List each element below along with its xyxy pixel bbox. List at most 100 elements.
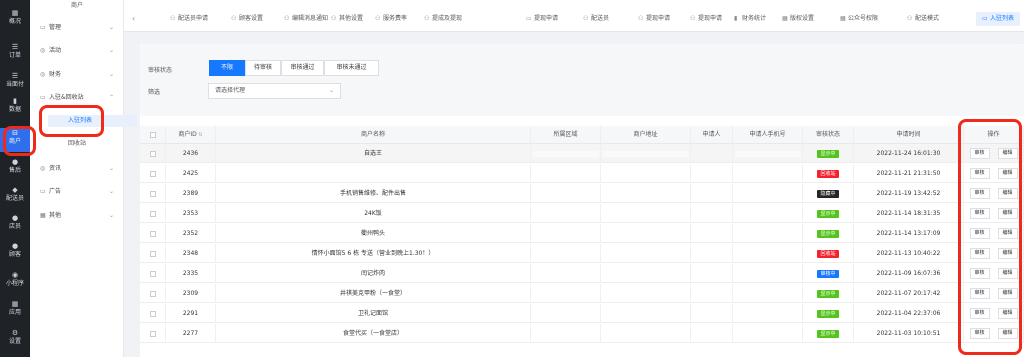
menu-subitem-enter-list[interactable]: 入驻列表 [48,115,137,127]
icon-rail: ▦ 概况 ☰ 订单 ☰ 当面付 ▮ 数据 ⊟ 商户 ● 售后 ◆ 配送员 ● 店员 ● 顾客 ◉ 小程序 ▦ 应用 ⚙ 设置 [0,0,30,357]
tab-2[interactable]: ⚇ 顾客设置 [231,12,263,26]
edit-button[interactable]: 编辑 [997,288,1018,299]
review-button[interactable]: 审核 [969,228,990,239]
edit-button[interactable]: 编辑 [997,228,1018,239]
table-row[interactable]: 2352 衢州鸭头 显示中 2022-11-14 13:17:09 审核 编辑 [140,224,1024,243]
table-row[interactable]: 2335 闰记炸肉 审核中 2022-11-09 16:07:36 审核 编辑 [140,264,1024,283]
row-checkbox-cell[interactable] [140,264,166,283]
row-checkbox-cell[interactable] [140,284,166,303]
table-row[interactable]: 2353 24K饭 显示中 2022-11-14 18:31:35 审核 编辑 [140,204,1024,223]
menu-group-news[interactable]: ◎ 资讯 ⌄ [40,163,120,175]
table-row[interactable]: 2348 情怀小面馆5 6 栋 专送（营业到晚上1.30！） 回收站 2022-11-… [140,244,1024,263]
tab-7[interactable]: ▭ 提现申请 [526,12,558,26]
menu-group-enter[interactable]: ▭ 入驻&回收站 ⌃ [40,92,120,104]
redacted-cell [691,184,733,203]
table-row[interactable]: 2277 食堂代买（一食堂店） 显示中 2022-11-03 10:10:51 审核 编辑 [140,324,1024,343]
tab-3[interactable]: ⚇ 编辑消息通知 [284,12,328,26]
review-button[interactable]: 审核 [969,148,990,159]
row-checkbox[interactable] [149,150,156,157]
row-checkbox-cell[interactable] [140,184,166,203]
review-button[interactable]: 审核 [969,248,990,259]
row-checkbox-cell[interactable] [140,144,166,163]
row-checkbox[interactable] [149,330,156,337]
edit-button[interactable]: 编辑 [997,308,1018,319]
rail-item-apps[interactable]: ▦ 应用 [0,299,30,323]
menu-group-manage[interactable]: ▭ 管理 ⌄ [40,22,120,34]
select-all-checkbox-cell[interactable] [140,126,166,144]
row-checkbox-cell[interactable] [140,324,166,343]
edit-button[interactable]: 编辑 [997,328,1018,339]
tab-label: 提成及提现 [432,15,463,22]
tab-10[interactable]: ⚇ 提现申请 [690,12,722,26]
row-checkbox[interactable] [149,310,156,317]
tab-8[interactable]: ⚇ 配送员 [583,12,609,26]
review-button[interactable]: 审核 [969,268,990,279]
review-button[interactable]: 审核 [969,288,990,299]
rail-item-overview[interactable]: ▦ 概况 [0,8,30,32]
review-button[interactable]: 审核 [969,308,990,319]
row-checkbox[interactable] [149,190,156,197]
row-checkbox[interactable] [149,270,156,277]
row-checkbox[interactable] [149,290,156,297]
tab-scroll-left-icon[interactable]: ‹ [132,14,135,23]
row-checkbox[interactable] [149,210,156,217]
edit-button[interactable]: 编辑 [997,188,1018,199]
rail-item-merchant[interactable]: ⊟ 商户 [0,128,30,152]
tab-9[interactable]: ⚇ 提现申请 [638,12,670,26]
menu-group-ad[interactable]: ▭ 广告 ⌄ [40,186,120,198]
table-row[interactable]: 2291 卫礼记面馆 显示中 2022-11-04 22:37:06 审核 编辑 [140,304,1024,323]
tab-12[interactable]: ▦ 版权设置 [782,12,814,26]
tab-4[interactable]: ⚇ 其他设置 [331,12,363,26]
tab-5[interactable]: ⚇ 服务费率 [375,12,407,26]
menu-title: 商户 [70,2,83,9]
edit-button[interactable]: 编辑 [997,148,1018,159]
review-button[interactable]: 审核 [969,328,990,339]
tab-6[interactable]: ⚇ 提成及提现 [424,12,462,26]
rail-item-settings[interactable]: ⚙ 设置 [0,328,30,352]
agent-select[interactable]: 请选择代理 ⌄ [208,83,341,99]
tab-1[interactable]: ⚇ 配送员申请 [170,12,208,26]
sort-icon[interactable]: ⇅ [197,132,202,138]
rail-item-clerk[interactable]: ● 店员 [0,213,30,237]
row-checkbox[interactable] [149,170,156,177]
row-checkbox-cell[interactable] [140,204,166,223]
menu-group-activity[interactable]: ◎ 活动 ⌄ [40,45,120,57]
menu-subitem-recycle-bin[interactable]: 回收站 [68,138,86,150]
table-row[interactable]: 2425 回收站 2022-11-21 21:31:50 审核 编辑 [140,164,1024,183]
rail-item-payment[interactable]: ☰ 当面付 [0,71,30,95]
review-button[interactable]: 审核 [969,208,990,219]
row-checkbox-cell[interactable] [140,164,166,183]
row-checkbox-cell[interactable] [140,244,166,263]
status-option-1[interactable]: 不限 [209,60,245,76]
row-checkbox-cell[interactable] [140,224,166,243]
rail-item-courier[interactable]: ◆ 配送员 [0,185,30,209]
review-button[interactable]: 审核 [969,168,990,179]
row-checkbox-cell[interactable] [140,304,166,323]
status-option-4[interactable]: 审核未通过 [324,60,379,76]
table-row[interactable]: 2389 手机销售维修、配件出售 隐藏中 2022-11-19 13:42:52 审核编… [140,184,1024,203]
status-option-3[interactable]: 审核通过 [281,60,324,76]
table-row[interactable]: 2309 井祺美克甲粉（一食堂） 显示中 2022-11-07 20:17:42 审核编… [140,284,1024,303]
rail-item-miniprogram[interactable]: ◉ 小程序 [0,270,30,294]
edit-button[interactable]: 编辑 [997,208,1018,219]
edit-button[interactable]: 编辑 [997,268,1018,279]
rail-item-order[interactable]: ☰ 订单 [0,42,30,66]
status-option-2[interactable]: 待审核 [245,60,281,76]
row-checkbox[interactable] [149,250,156,257]
edit-button[interactable]: 编辑 [997,248,1018,259]
merchant-name-cell: 手机销售维修、配件出售 [216,184,531,203]
tab-14[interactable]: ⚇ 配送模式 [907,12,939,26]
menu-group-finance[interactable]: ◎ 财务 ⌄ [40,69,120,81]
tab-13[interactable]: ▦ 公众号权限 [840,12,878,26]
review-button[interactable]: 审核 [969,188,990,199]
rail-item-data[interactable]: ▮ 数据 [0,96,30,120]
tab-11[interactable]: ▮ 财务统计 [734,12,766,26]
tab-15[interactable]: ▭ 入驻列表 [976,12,1021,26]
rail-item-aftersale[interactable]: ● 售后 [0,157,30,181]
menu-group-other[interactable]: ▦ 其他 ⌄ [40,210,120,222]
select-all-checkbox[interactable] [149,131,156,138]
edit-button[interactable]: 编辑 [997,168,1018,179]
row-checkbox[interactable] [149,230,156,237]
rail-item-customer[interactable]: ● 顾客 [0,241,30,265]
table-row[interactable]: 2436 自选王 显示中 2022-11-24 16:01:30 审核 编辑 [140,144,1024,163]
